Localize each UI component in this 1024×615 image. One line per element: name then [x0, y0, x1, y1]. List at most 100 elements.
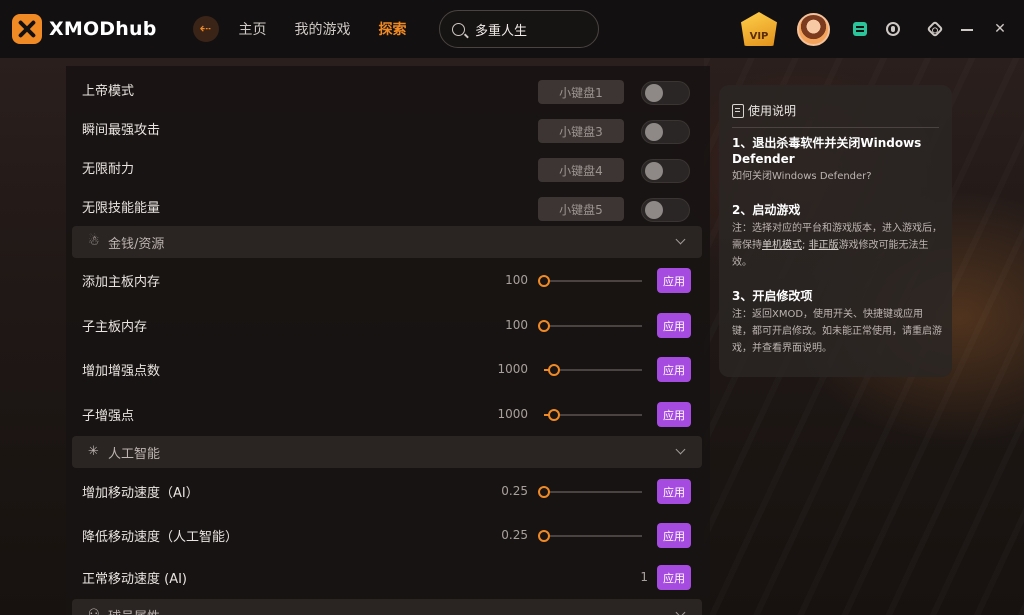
cheat-label: 增加移动速度（AI） — [82, 485, 199, 501]
chevron-down-icon — [675, 234, 686, 245]
non-genuine-link[interactable]: 非正版 — [809, 240, 839, 251]
slider-row: 添加主板内存 100 应用 — [66, 260, 710, 300]
player-icon: ⚇ — [88, 607, 100, 615]
slider-thumb[interactable] — [538, 320, 550, 332]
slider-value: 0.25 — [501, 528, 528, 542]
step-2-text: 注：选择对应的平台和游戏版本，进入游戏后，需保持单机模式; 非正版游戏修改可能无… — [732, 220, 942, 271]
cheat-label: 瞬间最强攻击 — [82, 122, 161, 138]
single-player-link[interactable]: 单机模式 — [762, 240, 802, 251]
apply-button[interactable]: 应用 — [657, 523, 691, 548]
cheat-toggle[interactable] — [641, 159, 690, 183]
vip-label: VIP — [749, 31, 769, 42]
slider-thumb[interactable] — [538, 275, 550, 287]
step-1-link[interactable]: 如何关闭Windows Defender? — [732, 168, 942, 185]
slider-value: 0.25 — [501, 484, 528, 498]
value-slider[interactable] — [538, 486, 642, 498]
value-slider[interactable] — [544, 364, 642, 376]
toggle-knob — [645, 162, 663, 180]
chevron-down-icon — [675, 444, 686, 455]
nav-home[interactable]: 主页 — [239, 19, 267, 39]
step-1-title: 1、退出杀毒软件并关闭Windows Defender — [732, 136, 922, 166]
section-player[interactable]: ⚇ 球员属性 — [72, 599, 702, 615]
notification-icon[interactable] — [886, 22, 900, 36]
cheat-label: 子增强点 — [82, 408, 135, 424]
hotkey-badge[interactable]: 小键盘3 — [538, 119, 624, 143]
minimize-icon[interactable] — [961, 29, 973, 31]
search-box[interactable] — [439, 10, 599, 48]
apply-button[interactable]: 应用 — [657, 402, 691, 427]
value-slider[interactable] — [538, 320, 642, 332]
cheat-panel: 上帝模式 小键盘1 瞬间最强攻击 小键盘3 无限耐力 小键盘4 无限技能能量 小… — [66, 66, 710, 615]
slider-thumb[interactable] — [538, 530, 550, 542]
slider-row: 降低移动速度（人工智能） 0.25 应用 — [66, 515, 710, 555]
step-3-text: 注：返回XMOD，使用开关、快捷键或应用键，都可开启修改。如未能正常使用，请重启… — [732, 309, 942, 354]
hotkey-badge[interactable]: 小键盘5 — [538, 197, 624, 221]
section-label: 人工智能 — [108, 447, 161, 462]
step-3-title: 3、开启修改项 — [732, 289, 813, 303]
slider-value: 1000 — [497, 407, 528, 421]
section-ai[interactable]: ✳ 人工智能 — [72, 436, 702, 468]
toggle-row: 无限耐力 小键盘4 — [66, 147, 710, 187]
logo-text: XMODhub — [49, 18, 157, 40]
divider — [732, 127, 939, 128]
cheat-toggle[interactable] — [641, 81, 690, 105]
section-label: 金钱/资源 — [108, 237, 165, 252]
main-nav: 主页 我的游戏 探索 — [239, 19, 435, 39]
toolbox-icon[interactable] — [853, 22, 867, 36]
slider-row: 增加移动速度（AI） 0.25 应用 — [66, 471, 710, 511]
slider-thumb[interactable] — [547, 409, 560, 421]
cheat-label: 正常移动速度 (AI) — [82, 571, 188, 587]
cheat-label: 增加增强点数 — [82, 363, 161, 379]
hotkey-badge[interactable]: 小键盘4 — [538, 158, 624, 182]
apply-button[interactable]: 应用 — [657, 565, 691, 590]
nav-my-games[interactable]: 我的游戏 — [295, 19, 351, 39]
cheat-toggle[interactable] — [641, 120, 690, 144]
instructions-title: 使用说明 — [748, 104, 797, 118]
document-icon — [732, 103, 744, 118]
hotkey-badge[interactable]: 小键盘1 — [538, 80, 624, 104]
slider-value: 100 — [505, 318, 528, 332]
apply-button[interactable]: 应用 — [657, 479, 691, 504]
toggle-knob — [645, 201, 663, 219]
cheat-label: 上帝模式 — [82, 83, 135, 99]
chevron-down-icon — [675, 607, 686, 615]
apply-button[interactable]: 应用 — [657, 313, 691, 338]
value-slider[interactable] — [544, 409, 642, 421]
close-icon[interactable]: ✕ — [993, 22, 1007, 36]
value-slider[interactable] — [538, 530, 642, 542]
cheat-label: 降低移动速度（人工智能） — [82, 529, 239, 545]
avatar[interactable] — [797, 13, 830, 46]
slider-row: 子增强点 1000 应用 — [66, 394, 710, 434]
money-bag-icon: ☃ — [88, 234, 100, 249]
value-row: 正常移动速度 (AI) 1 应用 — [66, 557, 710, 597]
section-money[interactable]: ☃ 金钱/资源 — [72, 226, 702, 258]
xmod-logo-icon — [12, 14, 42, 44]
slider-row: 增加增强点数 1000 应用 — [66, 349, 710, 389]
search-input[interactable] — [475, 21, 585, 37]
ai-icon: ✳ — [88, 444, 99, 459]
cheat-label: 子主板内存 — [82, 319, 148, 335]
value-display: 1 — [640, 570, 648, 584]
slider-thumb[interactable] — [547, 364, 560, 376]
instructions-header: 使用说明 — [732, 102, 796, 119]
logo[interactable]: XMODhub — [12, 14, 157, 44]
back-button[interactable]: ⇠ — [192, 16, 219, 42]
slider-value: 100 — [505, 273, 528, 287]
search-icon — [452, 22, 465, 36]
slider-value: 1000 — [497, 362, 528, 376]
apply-button[interactable]: 应用 — [657, 268, 691, 293]
nav-explore[interactable]: 探索 — [379, 19, 407, 39]
toggle-row: 上帝模式 小键盘1 — [66, 69, 710, 109]
cheat-label: 无限耐力 — [82, 161, 135, 177]
toggle-row: 无限技能能量 小键盘5 — [66, 186, 710, 226]
toggle-knob — [645, 84, 663, 102]
back-arrow-icon: ⇠ — [199, 21, 212, 37]
slider-thumb[interactable] — [538, 486, 550, 498]
value-slider[interactable] — [538, 275, 642, 287]
step-2-title: 2、启动游戏 — [732, 203, 801, 217]
section-label: 球员属性 — [108, 606, 160, 615]
cheat-label: 添加主板内存 — [82, 274, 161, 290]
apply-button[interactable]: 应用 — [657, 357, 691, 382]
cheat-toggle[interactable] — [641, 198, 690, 222]
toggle-knob — [645, 123, 663, 141]
